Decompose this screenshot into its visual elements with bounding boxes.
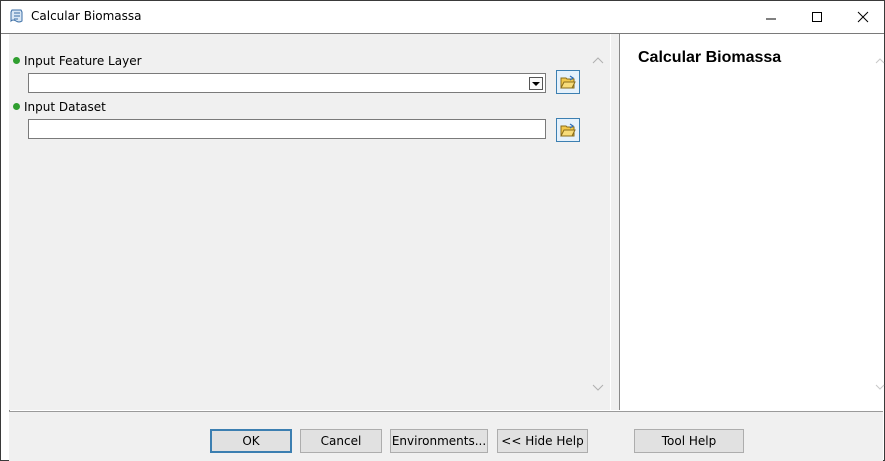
environments-button[interactable]: Environments... — [390, 429, 488, 453]
help-title: Calcular Biomassa — [638, 49, 782, 66]
param-label-text: Input Feature Layer — [24, 54, 142, 68]
button-bar: OK Cancel Environments... << Hide Help T… — [9, 411, 883, 461]
cancel-button[interactable]: Cancel — [300, 429, 382, 453]
help-scroll-up-arrow-icon[interactable] — [875, 56, 885, 64]
help-panel: Calcular Biomassa — [619, 34, 885, 410]
browse-feature-layer-button[interactable] — [556, 70, 580, 94]
tool-help-button[interactable]: Tool Help — [634, 429, 744, 453]
parameters-panel: Input Feature Layer Input Dataset — [9, 34, 610, 410]
maximize-icon — [812, 11, 822, 22]
scroll-up-arrow-icon[interactable] — [592, 56, 604, 64]
open-folder-icon — [560, 123, 576, 137]
panel-splitter[interactable] — [611, 34, 619, 410]
input-feature-layer-dropdown[interactable] — [28, 73, 546, 93]
close-button[interactable] — [840, 1, 885, 32]
param-label-input-feature-layer: Input Feature Layer — [13, 54, 142, 68]
help-scroll-down-arrow-icon[interactable] — [875, 384, 885, 392]
param-label-text: Input Dataset — [24, 100, 106, 114]
title-bar[interactable]: Calcular Biomassa — [1, 1, 884, 32]
open-folder-icon — [560, 75, 576, 89]
required-dot-icon — [13, 57, 20, 64]
required-dot-icon — [13, 103, 20, 110]
minimize-icon — [766, 18, 776, 19]
param-label-input-dataset: Input Dataset — [13, 100, 106, 114]
close-icon — [857, 11, 869, 22]
hide-help-button[interactable]: << Hide Help — [497, 429, 588, 453]
ok-button[interactable]: OK — [210, 429, 292, 453]
input-dataset-field[interactable] — [28, 119, 546, 139]
scroll-down-arrow-icon[interactable] — [592, 384, 604, 392]
maximize-button[interactable] — [794, 1, 840, 32]
chevron-down-icon — [532, 81, 540, 86]
browse-dataset-button[interactable] — [556, 118, 580, 142]
window-title: Calcular Biomassa — [31, 9, 142, 23]
tool-dialog-window: Calcular Biomassa Input Feature Layer In… — [0, 0, 885, 461]
minimize-button[interactable] — [748, 1, 794, 32]
toolbox-script-icon — [10, 9, 23, 23]
dropdown-arrow-button[interactable] — [529, 77, 543, 90]
